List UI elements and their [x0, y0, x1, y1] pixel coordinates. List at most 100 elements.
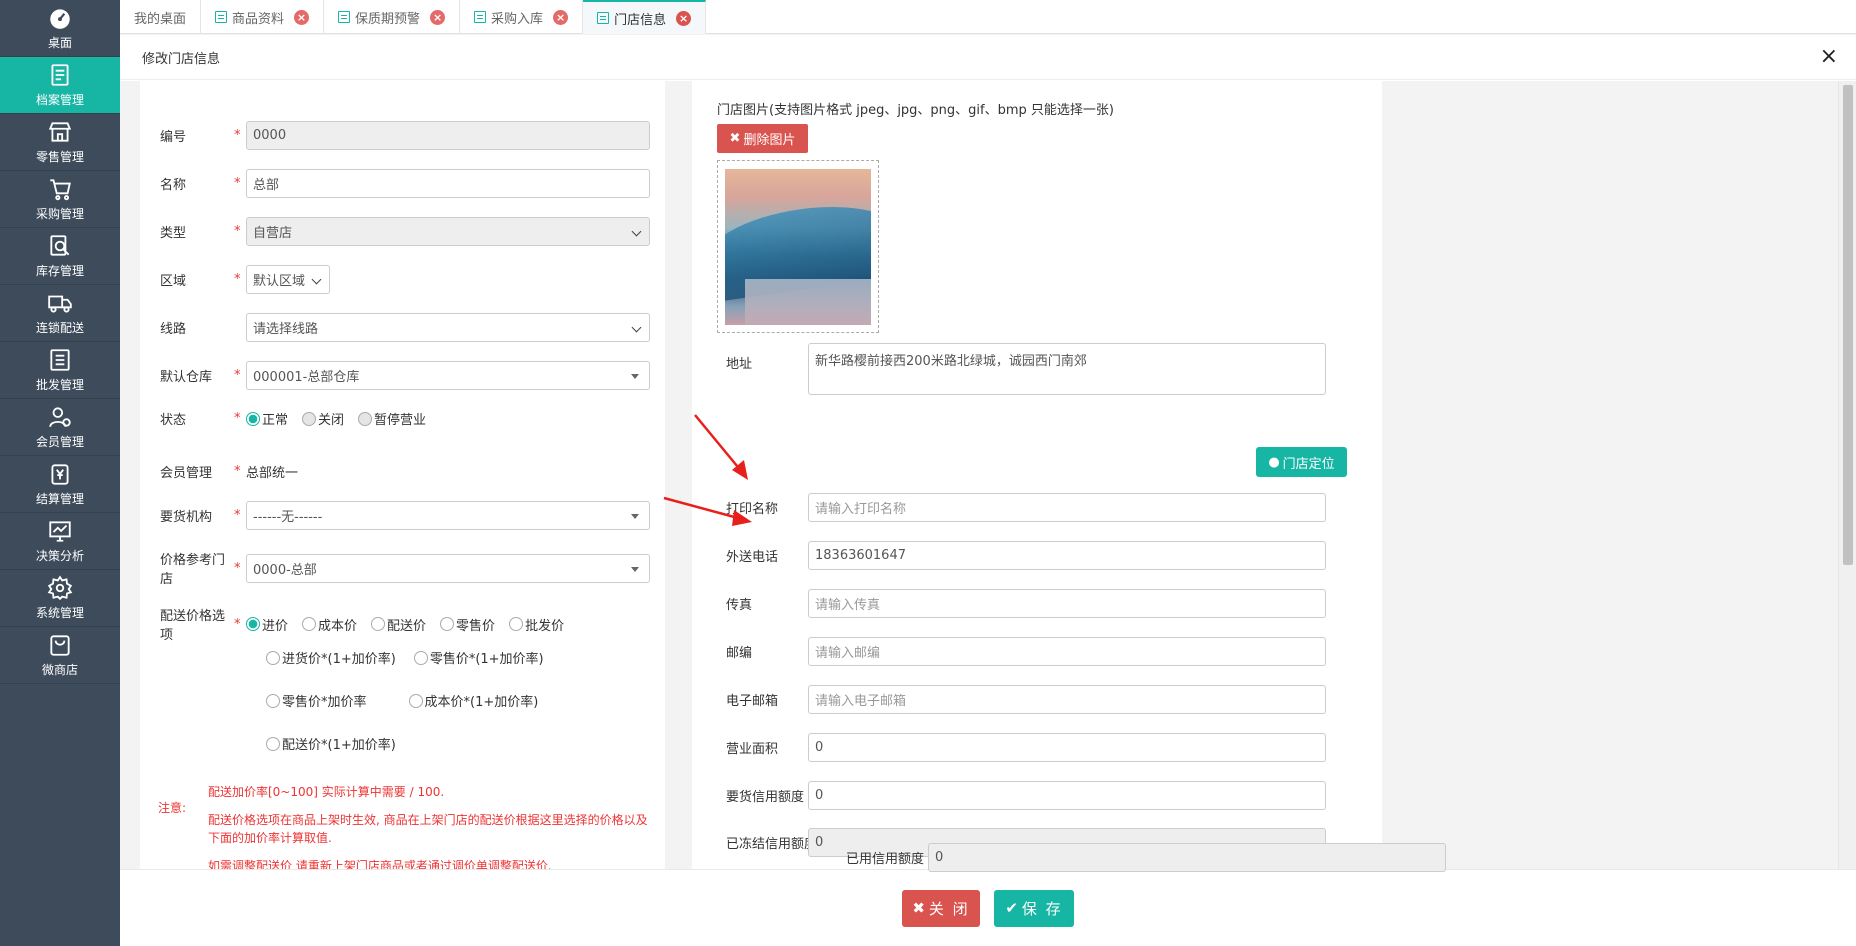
member-label: 会员管理 — [160, 466, 213, 481]
radio-dot — [371, 617, 386, 631]
address-field[interactable]: 新华路樱前接西200米路北绿城，诚园西门南郊 — [808, 343, 1326, 395]
type-select[interactable]: 自营店 — [246, 217, 650, 246]
used-credit-label: 已用信用额度 — [846, 852, 925, 867]
tab-store-info[interactable]: 门店信息 × — [583, 0, 707, 34]
status-label: 状态 — [160, 413, 187, 428]
image-upload-frame[interactable] — [717, 160, 879, 333]
zip-input[interactable]: 请输入邮编 — [808, 637, 1326, 666]
inventory-icon — [50, 235, 70, 256]
radio-label: 配送价 — [387, 618, 427, 634]
name-field[interactable]: 总部 — [246, 169, 650, 198]
area-input[interactable]: 0 — [808, 733, 1326, 762]
dist-price-retail-radio[interactable]: 零售价 — [440, 615, 495, 634]
tab-product[interactable]: 商品资料 × — [201, 0, 325, 34]
nav-label: 系统管理 — [35, 606, 84, 620]
nav-microshop[interactable]: 微商店 — [0, 627, 120, 684]
zip-label: 邮编 — [726, 646, 753, 661]
required-mark: * — [234, 272, 241, 287]
region-label: 区域 — [160, 274, 187, 289]
sidebar: 桌面 档案管理 零售管理 采购管理 库存管理 连锁配送 批发管理 会员管理 结算… — [0, 0, 120, 946]
email-input[interactable]: 请输入电子邮箱 — [808, 685, 1326, 714]
credit-input[interactable]: 0 — [808, 781, 1326, 810]
address-row: 地址 新华路樱前接西200米路北绿城，诚园西门南郊 — [692, 343, 1326, 395]
dist-price-row4: 配送价*(1+加价率) — [266, 734, 410, 753]
nav-system[interactable]: 系统管理 — [0, 570, 120, 627]
nav-archive[interactable]: 档案管理 — [0, 57, 120, 114]
save-button[interactable]: ✔ 保 存 — [994, 889, 1074, 927]
tab-purchase-in[interactable]: 采购入库 × — [460, 0, 584, 34]
route-select[interactable]: 请选择线路 — [246, 313, 650, 342]
type-row: 类型 * 自营店 — [140, 217, 650, 246]
required-mark: * — [234, 616, 241, 632]
truck-icon — [48, 295, 72, 313]
nav-analysis[interactable]: 决策分析 — [0, 513, 120, 570]
modal-close-icon[interactable]: × — [1820, 45, 1838, 69]
status-normal-radio[interactable]: 正常 — [246, 409, 288, 428]
nav-member[interactable]: 会员管理 — [0, 399, 120, 456]
phone-input[interactable]: 18363601647 — [808, 541, 1326, 570]
document-icon — [215, 11, 228, 23]
code-field[interactable]: 0000 — [246, 121, 650, 150]
dist-price-cost-markup-radio[interactable]: 成本价*(1+加价率) — [408, 691, 538, 710]
scroll-thumb[interactable] — [1843, 85, 1853, 565]
radio-dot — [302, 411, 317, 426]
price-ref-label: 价格参考门店 — [160, 553, 226, 587]
locate-store-button[interactable]: ● 门店定位 — [1256, 447, 1347, 477]
nav-distribution[interactable]: 连锁配送 — [0, 285, 120, 342]
radio-dot — [246, 617, 260, 631]
dist-price-retail-markup-radio[interactable]: 零售价*(1+加价率) — [413, 648, 544, 667]
tab-expiry[interactable]: 保质期预警 × — [324, 0, 461, 34]
area-label: 营业面积 — [726, 742, 779, 757]
nav-inventory[interactable]: 库存管理 — [0, 228, 120, 285]
print-name-input[interactable]: 请输入打印名称 — [808, 493, 1326, 522]
dist-price-row3: 零售价*加价率 成本价*(1+加价率) — [266, 691, 552, 710]
scrollbar[interactable] — [1838, 81, 1856, 869]
close-icon[interactable]: × — [430, 9, 446, 25]
warehouse-select[interactable]: 000001-总部仓库 — [246, 361, 650, 390]
route-row: 线路 请选择线路 — [140, 313, 650, 342]
close-icon[interactable]: × — [553, 9, 569, 25]
wholesale-icon — [50, 349, 70, 371]
radio-dot — [408, 693, 423, 708]
nav-purchase[interactable]: 采购管理 — [0, 171, 120, 228]
code-label: 编号 — [160, 130, 187, 145]
radio-label: 批发价 — [525, 618, 565, 634]
close-icon[interactable]: × — [294, 9, 310, 25]
dist-price-retail-rate-radio[interactable]: 零售价*加价率 — [266, 691, 367, 710]
dist-price-dist-markup-radio[interactable]: 配送价*(1+加价率) — [266, 734, 396, 753]
region-row: 区域 * 默认区域 — [140, 265, 330, 294]
nav-label: 决策分析 — [35, 549, 84, 563]
save-button-label: 保 存 — [1021, 899, 1063, 918]
nav-retail[interactable]: 零售管理 — [0, 114, 120, 171]
status-closed-radio[interactable]: 关闭 — [302, 409, 344, 428]
delete-image-button[interactable]: ✖ 删除图片 — [717, 124, 808, 153]
close-button[interactable]: ✖ 关 闭 — [902, 889, 980, 927]
tab-desktop[interactable]: 我的桌面 — [120, 0, 202, 34]
radio-label: 暂停营业 — [374, 413, 427, 428]
required-mark: * — [234, 560, 241, 576]
image-hint: 门店图片(支持图片格式 jpeg、jpg、png、gif、bmp 只能选择一张) — [717, 103, 1114, 118]
nav-desktop[interactable]: 桌面 — [0, 0, 120, 57]
tab-label: 保质期预警 — [355, 11, 421, 27]
region-select[interactable]: 默认区域 — [246, 265, 330, 294]
fax-input[interactable]: 请输入传真 — [808, 589, 1326, 618]
frozen-label: 已冻结信用额度 — [726, 837, 818, 852]
dist-price-purchase-markup-radio[interactable]: 进货价*(1+加价率) — [266, 648, 396, 667]
nav-settlement[interactable]: 结算管理 — [0, 456, 120, 513]
dashboard-icon — [50, 9, 70, 29]
price-ref-select[interactable]: 0000-总部 — [246, 553, 650, 583]
member-value: 总部统一 — [246, 466, 299, 481]
dist-price-purchase-radio[interactable]: 进价 — [246, 615, 288, 634]
dist-price-wholesale-radio[interactable]: 批发价 — [509, 615, 564, 634]
fax-label: 传真 — [726, 598, 753, 613]
dist-price-dist-radio[interactable]: 配送价 — [371, 615, 426, 634]
name-row: 名称 * 总部 — [140, 169, 650, 198]
right-panel: 门店图片(支持图片格式 jpeg、jpg、png、gif、bmp 只能选择一张)… — [692, 81, 1382, 869]
radio-label: 正常 — [262, 413, 289, 428]
close-icon[interactable]: × — [676, 10, 692, 26]
supplier-select[interactable]: ------无------ — [246, 501, 650, 530]
status-paused-radio[interactable]: 暂停营业 — [358, 409, 426, 428]
print-name-row: 打印名称 请输入打印名称 — [692, 493, 1326, 522]
nav-wholesale[interactable]: 批发管理 — [0, 342, 120, 399]
dist-price-cost-radio[interactable]: 成本价 — [302, 615, 357, 634]
